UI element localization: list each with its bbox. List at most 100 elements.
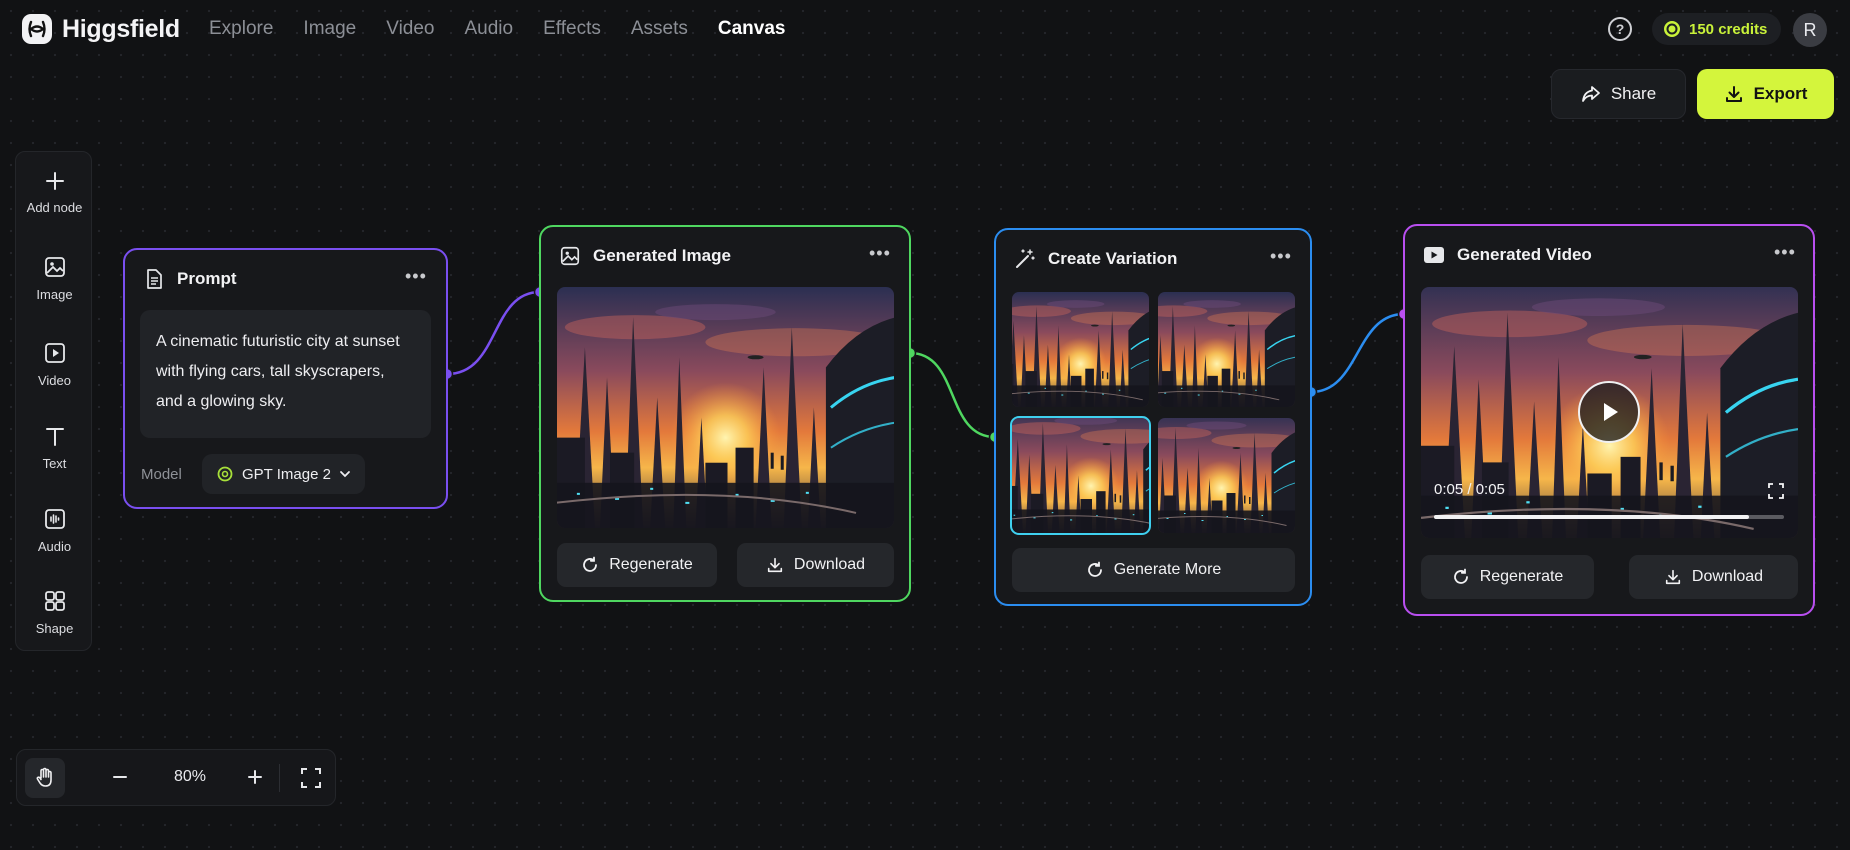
nav-audio[interactable]: Audio [465, 18, 514, 40]
refresh-icon [583, 556, 598, 572]
credits-coin-icon [1664, 21, 1680, 37]
nav-explore[interactable]: Explore [209, 18, 273, 40]
toolbar-audio[interactable]: Audio [16, 507, 93, 554]
regenerate-label: Regenerate [609, 556, 693, 573]
play-icon [1604, 403, 1618, 421]
toolbar-label: Video [37, 373, 71, 388]
share-button[interactable]: Share [1551, 69, 1686, 119]
connector-prompt-image [446, 290, 541, 376]
variation-thumbnail-selected[interactable] [1010, 416, 1151, 535]
zoom-in-icon[interactable] [245, 767, 265, 787]
refresh-icon [1453, 568, 1468, 584]
main-nav: Explore Image Video Audio Effects Assets… [209, 18, 785, 40]
more-options-icon[interactable]: ••• [869, 244, 891, 262]
pan-hand-icon[interactable] [25, 758, 65, 798]
app-logo[interactable]: Higgsfield [22, 14, 180, 44]
nav-video[interactable]: Video [386, 18, 434, 40]
top-bar: Higgsfield Explore Image Video Audio Eff… [0, 0, 1850, 58]
fit-view-icon[interactable] [300, 767, 322, 789]
zoom-controls: 80% [16, 749, 336, 806]
nav-image[interactable]: Image [303, 18, 356, 40]
toolbar-label: Shape [35, 621, 74, 636]
export-label: Export [1753, 84, 1808, 103]
regenerate-label: Regenerate [1479, 568, 1564, 585]
left-toolbar: Add node Image Video Text Audio Shape [15, 151, 92, 651]
generated-video-node[interactable]: Generated Video ••• 0:05 / 0:05 Regenera… [1403, 224, 1815, 616]
nav-canvas[interactable]: Canvas [718, 18, 786, 40]
toolbar-label: Add node [26, 200, 83, 215]
download-icon [1725, 86, 1742, 102]
generated-image-node[interactable]: Generated Image ••• Regenerate Download [539, 225, 911, 602]
node-header: Prompt [143, 268, 237, 290]
model-value: GPT Image 2 [242, 465, 331, 483]
toolbar-image[interactable]: Image [16, 255, 93, 302]
variation-thumbnail[interactable] [1158, 292, 1295, 407]
more-options-icon[interactable]: ••• [1774, 243, 1796, 261]
zoom-out-icon[interactable] [110, 767, 130, 787]
credits-badge[interactable]: 150 credits [1652, 13, 1782, 45]
divider [279, 764, 280, 792]
toolbar-shape[interactable]: Shape [16, 589, 93, 636]
variation-thumbnail[interactable] [1158, 418, 1295, 533]
regenerate-button[interactable]: Regenerate [1421, 555, 1594, 599]
video-progress-bar[interactable] [1434, 515, 1784, 519]
help-icon[interactable]: ? [1608, 17, 1632, 41]
document-icon [147, 269, 162, 289]
play-button[interactable] [1578, 381, 1640, 443]
download-icon [1665, 569, 1681, 585]
nav-assets[interactable]: Assets [631, 18, 688, 40]
node-header: Create Variation [1014, 248, 1177, 270]
model-label: Model [141, 466, 182, 483]
chevron-down-icon [340, 471, 350, 478]
node-header: Generated Video [1423, 244, 1592, 266]
download-button[interactable]: Download [737, 543, 894, 587]
toolbar-label: Image [36, 287, 73, 302]
text-icon [45, 428, 64, 446]
regenerate-button[interactable]: Regenerate [557, 543, 717, 587]
download-label: Download [793, 556, 866, 573]
video-camera-icon [1424, 247, 1444, 263]
export-button[interactable]: Export [1697, 69, 1834, 119]
magic-wand-icon [1016, 249, 1035, 268]
zoom-level: 80% [173, 768, 207, 785]
node-title: Generated Video [1457, 245, 1592, 264]
plus-icon [45, 172, 64, 190]
download-label: Download [1691, 568, 1764, 585]
toolbar-label: Text [42, 456, 67, 471]
share-label: Share [1610, 84, 1657, 103]
variation-thumbnail[interactable] [1012, 292, 1149, 407]
fullscreen-icon[interactable] [1768, 483, 1784, 499]
generate-more-button[interactable]: Generate More [1012, 548, 1295, 592]
toolbar-text[interactable]: Text [16, 424, 93, 471]
app-name: Higgsfield [62, 14, 180, 43]
generated-image-preview[interactable] [557, 287, 894, 528]
refresh-icon [1087, 561, 1102, 577]
video-player[interactable]: 0:05 / 0:05 [1421, 287, 1798, 538]
model-select[interactable]: GPT Image 2 [202, 454, 365, 494]
video-icon [44, 343, 65, 363]
shape-icon [44, 591, 65, 611]
image-icon [560, 246, 580, 266]
more-options-icon[interactable]: ••• [405, 267, 427, 285]
nav-effects[interactable]: Effects [543, 18, 601, 40]
toolbar-video[interactable]: Video [16, 341, 93, 388]
node-title: Create Variation [1048, 249, 1178, 268]
node-title: Prompt [177, 269, 237, 288]
share-icon [1581, 86, 1600, 102]
avatar[interactable]: R [1793, 13, 1827, 47]
higgsfield-logo-icon [22, 14, 52, 44]
generate-more-label: Generate More [1113, 561, 1222, 578]
create-variation-node[interactable]: Create Variation ••• Generate More [994, 228, 1312, 606]
connector-image-variation [909, 351, 996, 439]
credits-count: 150 credits [1689, 20, 1768, 38]
more-options-icon[interactable]: ••• [1270, 247, 1292, 265]
node-header: Generated Image [559, 245, 731, 267]
toolbar-add-node[interactable]: Add node [16, 170, 93, 215]
toolbar-label: Audio [37, 539, 72, 554]
video-time: 0:05 / 0:05 [1434, 481, 1505, 498]
prompt-text[interactable]: A cinematic futuristic city at sunset wi… [140, 310, 431, 438]
download-icon [767, 557, 783, 573]
node-title: Generated Image [593, 246, 731, 265]
download-button[interactable]: Download [1629, 555, 1798, 599]
prompt-node[interactable]: Prompt ••• A cinematic futuristic city a… [123, 248, 448, 509]
